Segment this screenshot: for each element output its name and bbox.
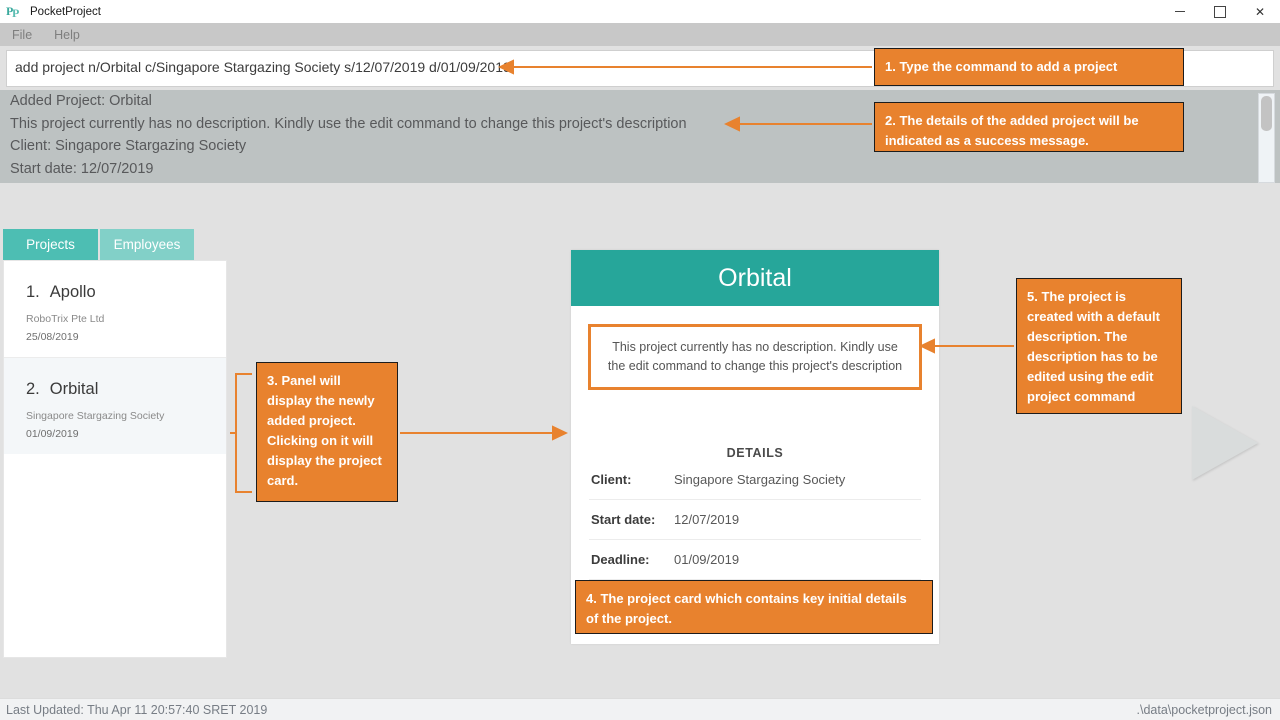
- detail-value: Singapore Stargazing Society: [674, 472, 846, 487]
- menu-item-help[interactable]: Help: [54, 28, 80, 42]
- list-item-index: 2.: [26, 380, 40, 398]
- list-item-date: 25/08/2019: [26, 331, 79, 343]
- project-card-header: Orbital: [571, 250, 939, 306]
- list-item[interactable]: 1. Apollo RoboTrix Pte Ltd 25/08/2019: [4, 261, 226, 357]
- list-item-date: 01/09/2019: [26, 428, 79, 440]
- project-description-box: This project currently has no descriptio…: [588, 324, 922, 390]
- status-last-updated: Last Updated: Thu Apr 11 20:57:40 SRET 2…: [6, 702, 268, 717]
- menu-item-file[interactable]: File: [12, 28, 32, 42]
- list-item-title: 2. Orbital: [26, 380, 226, 399]
- callout-4: 4. The project card which contains key i…: [575, 580, 933, 634]
- callout-1: 1. Type the command to add a project: [874, 48, 1184, 86]
- detail-key: Deadline:: [591, 552, 650, 567]
- project-list-panel: 1. Apollo RoboTrix Pte Ltd 25/08/2019 2. O…: [3, 260, 227, 658]
- title-bar: PP PocketProject ✕: [0, 0, 1280, 23]
- tab-bar: Projects Employees: [3, 229, 194, 260]
- result-line: Start date: 12/07/2019: [10, 160, 154, 177]
- tab-projects[interactable]: Projects: [3, 229, 98, 260]
- project-description-text: This project currently has no descriptio…: [607, 340, 903, 373]
- window-controls: ✕: [1160, 0, 1280, 23]
- result-line: Deadline: 01/09/2019: [0, 180, 1280, 183]
- detail-row-deadline: Deadline: 01/09/2019: [589, 540, 921, 580]
- close-icon[interactable]: ✕: [1240, 0, 1280, 23]
- app-logo-icon: PP: [6, 3, 20, 20]
- tab-employees[interactable]: Employees: [100, 229, 194, 260]
- detail-key: Client:: [591, 472, 632, 487]
- minimize-button[interactable]: [1160, 0, 1200, 23]
- callout-3: 3. Panel will display the newly added pr…: [256, 362, 398, 502]
- app-window: PP PocketProject ✕ File Help add project…: [0, 0, 1280, 720]
- app-title: PocketProject: [30, 5, 101, 18]
- menu-bar: File Help: [0, 23, 1280, 46]
- list-item-client: Singapore Stargazing Society: [26, 410, 165, 422]
- callout-2: 2. The details of the added project will…: [874, 102, 1184, 152]
- detail-row-start-date: Start date: 12/07/2019: [589, 500, 921, 540]
- detail-row-client: Client: Singapore Stargazing Society: [589, 460, 921, 500]
- next-slide-arrow-icon[interactable]: [1192, 406, 1258, 480]
- list-item-name: Orbital: [49, 380, 99, 398]
- status-file-path: .\data\pocketproject.json: [1136, 702, 1273, 717]
- callout-5: 5. The project is created with a default…: [1016, 278, 1182, 414]
- detail-value: 12/07/2019: [674, 512, 740, 527]
- detail-value: 01/09/2019: [674, 552, 740, 567]
- list-item-name: Apollo: [49, 283, 96, 301]
- detail-key: Start date:: [591, 512, 656, 527]
- status-bar: Last Updated: Thu Apr 11 20:57:40 SRET 2…: [0, 698, 1280, 720]
- maximize-button[interactable]: [1200, 0, 1240, 23]
- details-heading: DETAILS: [726, 446, 784, 460]
- project-card-title: Orbital: [718, 263, 792, 292]
- list-item-title: 1. Apollo: [26, 283, 226, 302]
- result-scrollbar[interactable]: [1258, 93, 1275, 183]
- scrollbar-thumb[interactable]: [1261, 96, 1272, 131]
- list-item-client: RoboTrix Pte Ltd: [26, 313, 105, 325]
- list-item-index: 1.: [26, 283, 40, 301]
- list-item[interactable]: 2. Orbital Singapore Stargazing Society 0…: [4, 358, 226, 454]
- command-input[interactable]: add project n/Orbital c/Singapore Starga…: [15, 59, 511, 75]
